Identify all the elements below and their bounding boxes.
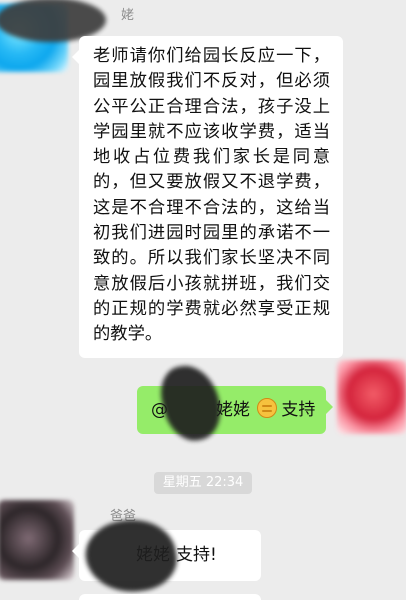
self-avatar[interactable] xyxy=(337,360,406,434)
reply-name-fragment: 姥姥 xyxy=(136,545,170,565)
sender-name-second: 爸爸 xyxy=(110,509,137,524)
next-message-bubble[interactable] xyxy=(79,594,261,600)
reply-message-text: 支持! xyxy=(176,545,217,565)
outgoing-name-fragment: 姥姥 xyxy=(216,400,250,420)
outgoing-mention-prefix: @ xyxy=(151,400,168,420)
outgoing-message-text: 支持 xyxy=(281,400,316,420)
message-timestamp: 星期五 22:34 xyxy=(154,472,252,494)
reply-message-bubble[interactable]: 姥姥 支持! xyxy=(72,530,261,581)
fist-emoji-icon xyxy=(257,398,278,418)
incoming-message-bubble[interactable]: 老师请你们给园长反应一下，园里放假我们不反对，但必须公平公正合理合法，孩子没上学… xyxy=(72,36,343,358)
sender-avatar-second[interactable] xyxy=(0,500,74,580)
chat-window: 姥 老师请你们给园长反应一下，园里放假我们不反对，但必须公平公正合理合法，孩子没… xyxy=(0,0,406,600)
sender-avatar[interactable] xyxy=(0,4,68,72)
incoming-message-text: 老师请你们给园长反应一下，园里放假我们不反对，但必须公平公正合理合法，孩子没上学… xyxy=(93,46,330,345)
outgoing-message-bubble[interactable]: @ 姥姥 支持 xyxy=(137,386,333,434)
sender-name-fragment: 姥 xyxy=(121,8,135,23)
